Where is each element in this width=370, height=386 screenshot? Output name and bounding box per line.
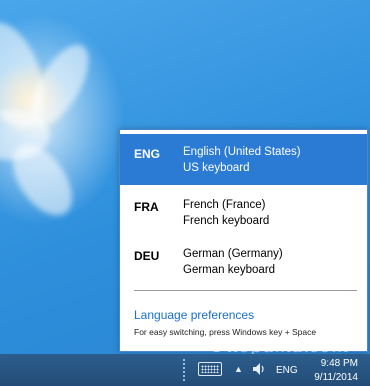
language-indicator[interactable]: ENG bbox=[276, 365, 298, 376]
touch-keyboard-icon[interactable] bbox=[198, 362, 222, 376]
keyboard-layout: French keyboard bbox=[183, 215, 270, 227]
taskbar: ▲ ENG 9:48 PM 9/11/2014 bbox=[0, 354, 370, 386]
speaker-icon[interactable] bbox=[252, 362, 268, 376]
language-name: English (United States) bbox=[183, 146, 301, 158]
show-hidden-icons-arrow[interactable]: ▲ bbox=[234, 364, 243, 374]
language-code: DEU bbox=[134, 249, 160, 263]
language-name: German (Germany) bbox=[183, 248, 283, 260]
input-language-flyout: ENG English (United States) US keyboard … bbox=[119, 129, 368, 352]
keyboard-layout: German keyboard bbox=[183, 264, 276, 276]
language-preferences-link[interactable]: Language preferences bbox=[134, 308, 254, 322]
language-option-eng[interactable]: ENG English (United States) US keyboard bbox=[120, 134, 367, 185]
language-code: ENG bbox=[134, 147, 161, 161]
keyboard-layout: US keyboard bbox=[183, 162, 250, 174]
taskbar-grip[interactable] bbox=[182, 358, 186, 382]
language-code: FRA bbox=[134, 200, 159, 214]
clock-time[interactable]: 9:48 PM bbox=[312, 358, 358, 369]
divider bbox=[134, 290, 357, 291]
language-name: French (France) bbox=[183, 199, 266, 211]
language-option-deu[interactable]: DEU German (Germany) German keyboard bbox=[120, 236, 367, 286]
language-option-fra[interactable]: FRA French (France) French keyboard bbox=[120, 187, 367, 237]
clock-date[interactable]: 9/11/2014 bbox=[304, 372, 358, 383]
